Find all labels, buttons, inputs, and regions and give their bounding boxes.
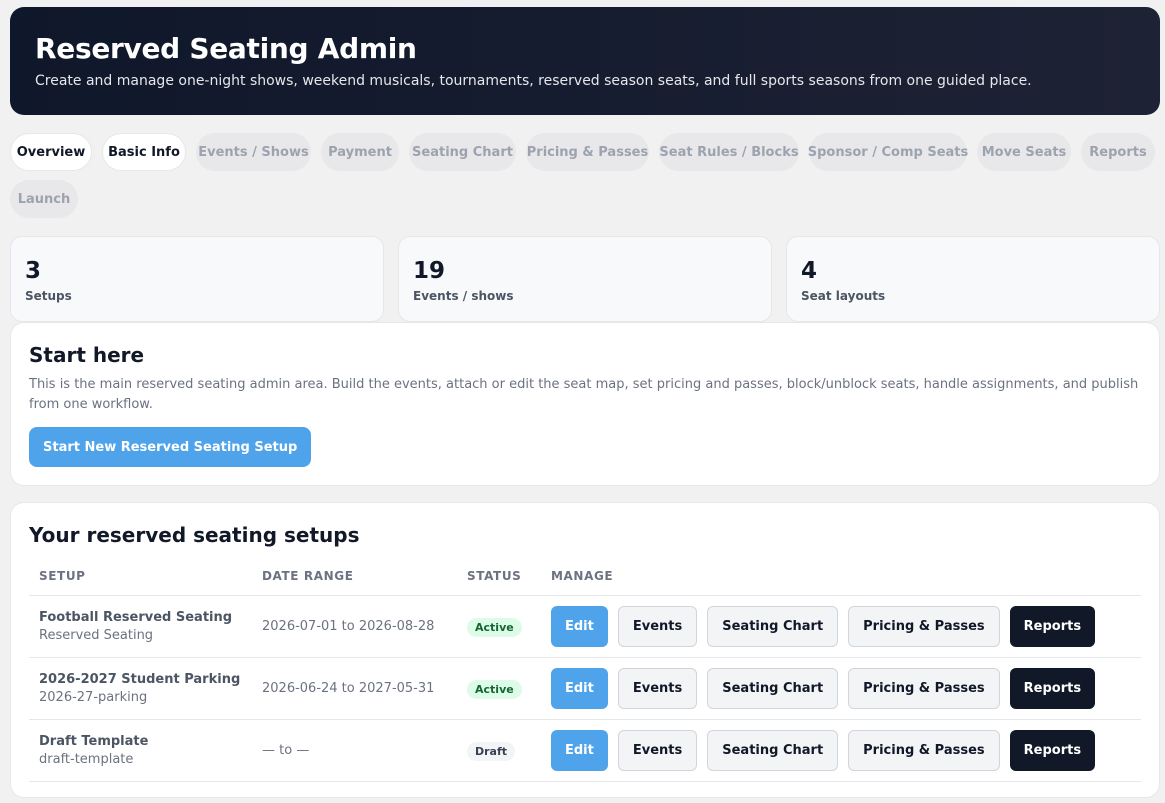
stat-setups: 3 Setups (10, 236, 384, 322)
reports-button[interactable]: Reports (1009, 605, 1096, 647)
stat-seat-layouts: 4 Seat layouts (786, 236, 1160, 322)
setups-card: Your reserved seating setups SETUP DATE … (10, 502, 1160, 798)
tab-launch[interactable]: Launch (10, 180, 78, 218)
tab-basic-info[interactable]: Basic Info (102, 133, 186, 171)
manage-cell: Edit Events Seating Chart Pricing & Pass… (541, 719, 1141, 782)
setups-title: Your reserved seating setups (29, 523, 360, 547)
status-badge: Active (467, 679, 522, 699)
tab-payment[interactable]: Payment (321, 133, 399, 171)
stat-value: 4 (801, 258, 818, 284)
stat-events: 19 Events / shows (398, 236, 772, 322)
seating-chart-button[interactable]: Seating Chart (707, 605, 839, 647)
page-header: Reserved Seating Admin Create and manage… (10, 7, 1160, 115)
start-here-card: Start here This is the main reserved sea… (10, 322, 1160, 486)
edit-button[interactable]: Edit (551, 729, 608, 771)
setup-cell: Draft Template draft-template (29, 719, 252, 782)
events-button[interactable]: Events (617, 729, 698, 771)
tab-pricing-passes[interactable]: Pricing & Passes (526, 133, 649, 171)
tab-seating-chart[interactable]: Seating Chart (409, 133, 516, 171)
stat-label: Events / shows (413, 289, 514, 303)
tab-events-shows[interactable]: Events / Shows (196, 133, 311, 171)
setups-table: SETUP DATE RANGE STATUS MANAGE Football … (29, 557, 1141, 782)
reports-button[interactable]: Reports (1009, 729, 1096, 771)
date-range: — to — (252, 719, 457, 782)
status-cell: Active (457, 657, 541, 720)
start-description: This is the main reserved seating admin … (29, 377, 1139, 412)
tab-move-seats[interactable]: Move Seats (977, 133, 1071, 171)
edit-button[interactable]: Edit (551, 605, 608, 647)
setup-cell: Football Reserved Seating Reserved Seati… (29, 595, 252, 658)
setup-slug: 2026-27-parking (39, 689, 148, 705)
table-row: Football Reserved Seating Reserved Seati… (29, 595, 1141, 658)
start-title: Start here (29, 343, 145, 367)
date-range: 2026-07-01 to 2026-08-28 (252, 595, 457, 658)
column-header-setup: SETUP (29, 557, 252, 596)
setup-slug: Reserved Seating (39, 627, 154, 643)
setup-name: Football Reserved Seating (39, 609, 233, 625)
stat-value: 3 (25, 258, 42, 284)
setup-slug: draft-template (39, 751, 134, 767)
column-header-status: STATUS (457, 557, 541, 596)
reports-button[interactable]: Reports (1009, 667, 1096, 709)
events-button[interactable]: Events (617, 605, 698, 647)
setup-name: Draft Template (39, 733, 149, 749)
stat-value: 19 (413, 258, 446, 284)
events-button[interactable]: Events (617, 667, 698, 709)
stat-label: Setups (25, 289, 72, 303)
status-cell: Active (457, 595, 541, 658)
column-header-manage: MANAGE (541, 557, 1141, 596)
tab-reports[interactable]: Reports (1081, 133, 1155, 171)
table-row: 2026-2027 Student Parking 2026-27-parkin… (29, 657, 1141, 720)
tab-sponsor-comp-seats[interactable]: Sponsor / Comp Seats (808, 133, 968, 171)
manage-cell: Edit Events Seating Chart Pricing & Pass… (541, 657, 1141, 720)
status-badge: Active (467, 617, 522, 637)
pricing-passes-button[interactable]: Pricing & Passes (848, 667, 1000, 709)
seating-chart-button[interactable]: Seating Chart (707, 667, 839, 709)
table-header-row: SETUP DATE RANGE STATUS MANAGE (29, 557, 1141, 596)
pricing-passes-button[interactable]: Pricing & Passes (848, 605, 1000, 647)
status-cell: Draft (457, 719, 541, 782)
date-range: 2026-06-24 to 2027-05-31 (252, 657, 457, 720)
manage-cell: Edit Events Seating Chart Pricing & Pass… (541, 595, 1141, 658)
tab-seat-rules-blocks[interactable]: Seat Rules / Blocks (659, 133, 799, 171)
start-new-setup-button[interactable]: Start New Reserved Seating Setup (29, 427, 312, 467)
page-title: Reserved Seating Admin (35, 32, 417, 65)
table-row: Draft Template draft-template — to — Dra… (29, 719, 1141, 782)
column-header-date-range: DATE RANGE (252, 557, 457, 596)
edit-button[interactable]: Edit (551, 667, 608, 709)
status-badge: Draft (467, 741, 516, 761)
seating-chart-button[interactable]: Seating Chart (707, 729, 839, 771)
setup-cell: 2026-2027 Student Parking 2026-27-parkin… (29, 657, 252, 720)
setup-name: 2026-2027 Student Parking (39, 671, 241, 687)
tab-overview[interactable]: Overview (10, 133, 92, 171)
pricing-passes-button[interactable]: Pricing & Passes (848, 729, 1000, 771)
stat-label: Seat layouts (801, 289, 886, 303)
page-subtitle: Create and manage one-night shows, weeke… (35, 73, 1032, 89)
